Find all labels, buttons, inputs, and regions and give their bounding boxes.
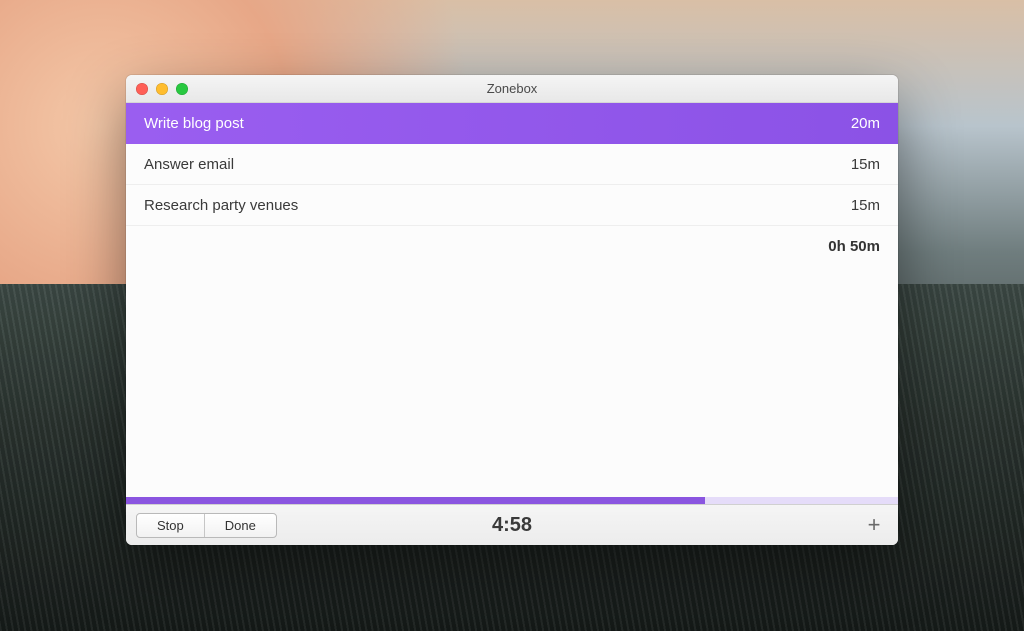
summary-total: 0h 50m: [126, 226, 898, 255]
task-duration: 15m: [851, 156, 880, 173]
task-name: Research party venues: [144, 197, 298, 214]
list-spacer: [126, 255, 898, 497]
done-button[interactable]: Done: [204, 514, 276, 537]
close-icon[interactable]: [136, 83, 148, 95]
summary-total-value: 0h 50m: [828, 238, 880, 255]
zoom-icon[interactable]: [176, 83, 188, 95]
task-name: Answer email: [144, 156, 234, 173]
task-name: Write blog post: [144, 115, 244, 132]
add-task-button[interactable]: +: [860, 511, 888, 539]
task-row[interactable]: Research party venues 15m: [126, 185, 898, 226]
progress-fill: [126, 497, 705, 504]
task-duration: 15m: [851, 197, 880, 214]
minimize-icon[interactable]: [156, 83, 168, 95]
traffic-lights: [136, 83, 188, 95]
toolbar: Stop Done 4:58 +: [126, 504, 898, 545]
progress-bar: [126, 497, 898, 504]
task-duration: 20m: [851, 115, 880, 132]
segmented-control: Stop Done: [136, 513, 277, 538]
task-row[interactable]: Write blog post 20m: [126, 103, 898, 144]
desktop-wallpaper: Zonebox Write blog post 20m Answer email…: [0, 0, 1024, 631]
stop-button[interactable]: Stop: [137, 514, 204, 537]
window-titlebar[interactable]: Zonebox: [126, 75, 898, 103]
plus-icon: +: [868, 512, 881, 538]
window-title: Zonebox: [126, 81, 898, 96]
app-window: Zonebox Write blog post 20m Answer email…: [126, 75, 898, 545]
task-list: Write blog post 20m Answer email 15m Res…: [126, 103, 898, 497]
task-row[interactable]: Answer email 15m: [126, 144, 898, 185]
